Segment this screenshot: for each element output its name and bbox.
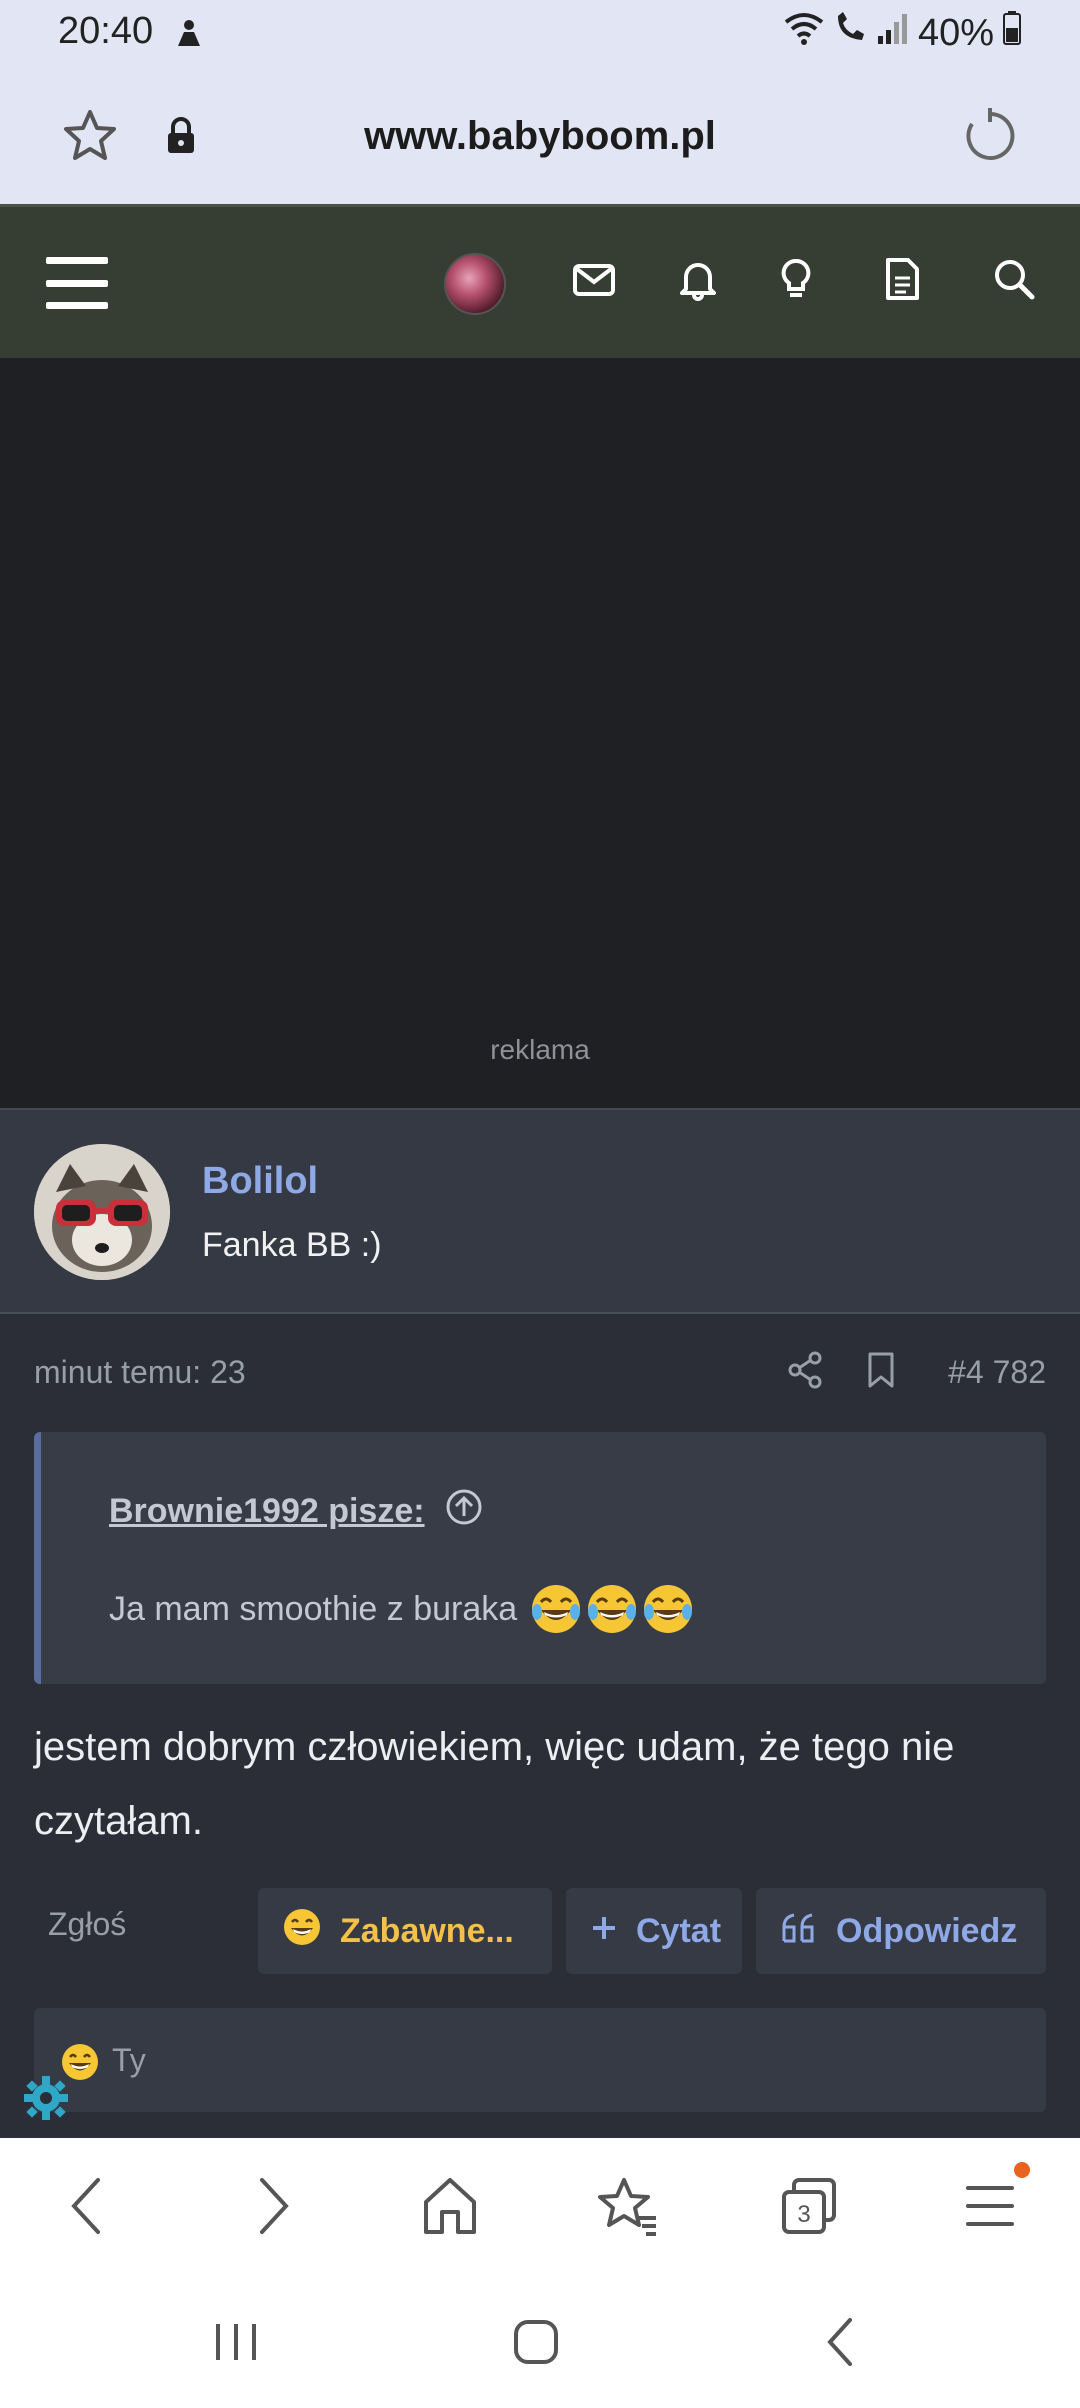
site-header — [0, 204, 1080, 358]
mail-icon[interactable] — [572, 257, 616, 306]
status-time: 20:40 — [58, 10, 154, 52]
quote-author[interactable]: Brownie1992 pisze: — [109, 1488, 483, 1535]
bookmarks-icon[interactable] — [596, 2174, 660, 2243]
menu-icon[interactable] — [46, 257, 108, 309]
wifi-icon — [782, 10, 826, 56]
ad-label: reklama — [490, 1034, 590, 1065]
notification-icon — [172, 16, 206, 55]
system-back-icon[interactable] — [816, 2316, 868, 2373]
tabs-count: 3 — [797, 2201, 810, 2228]
quote-text-label: Ja mam smoothie z buraka — [109, 1589, 518, 1628]
call-icon — [832, 10, 870, 56]
forward-icon[interactable] — [248, 2174, 298, 2243]
menu-lines-icon[interactable] — [964, 2174, 1016, 2243]
reply-button-label: Odpowiedz — [836, 1911, 1018, 1950]
quote-block: Brownie1992 pisze: Ja mam smoothie z bur… — [34, 1432, 1046, 1684]
post-author: Bolilol Fanka BB :) — [0, 1108, 1080, 1314]
battery-percent: 40% — [917, 11, 994, 54]
home-button-icon[interactable] — [510, 2316, 562, 2373]
reload-icon[interactable] — [960, 106, 1020, 171]
arrow-up-circle-icon[interactable] — [445, 1488, 483, 1535]
post-time[interactable]: minut temu: 23 — [34, 1354, 246, 1391]
author-title: Fanka BB :) — [202, 1226, 382, 1264]
grin-emoji-icon — [282, 1907, 322, 1956]
status-bar: 20:40 40% — [0, 0, 1080, 68]
url-bar: www.babyboom.pl — [0, 68, 1080, 204]
reactions-text: Ty — [112, 2042, 146, 2078]
tabs-icon[interactable]: 3 — [780, 2174, 840, 2243]
user-avatar[interactable] — [444, 253, 506, 315]
quote-text: Ja mam smoothie z buraka — [109, 1582, 695, 1636]
bookmark-icon[interactable] — [864, 1350, 898, 1395]
lightbulb-icon[interactable] — [774, 257, 818, 306]
bell-icon[interactable] — [676, 257, 720, 306]
share-icon[interactable] — [786, 1350, 824, 1395]
plus-icon — [590, 1912, 618, 1951]
url-text[interactable]: www.babyboom.pl — [0, 114, 1080, 159]
system-nav — [0, 2278, 1080, 2408]
search-icon[interactable] — [992, 257, 1036, 306]
document-icon[interactable] — [880, 257, 924, 306]
quote-author-label: Brownie1992 pisze: — [109, 1492, 425, 1530]
post-number[interactable]: #4 782 — [948, 1354, 1046, 1391]
post-body: jestem dobrym człowiekiem, więc udam, że… — [34, 1725, 955, 1843]
report-link[interactable]: Zgłoś — [48, 1906, 126, 1943]
author-avatar[interactable] — [34, 1144, 170, 1280]
quote-button[interactable]: Cytat — [566, 1888, 742, 1974]
reactions-bar[interactable]: Ty — [34, 2008, 1046, 2112]
reply-button[interactable]: Odpowiedz — [756, 1888, 1046, 1974]
recent-apps-icon[interactable] — [210, 2316, 262, 2373]
funny-reaction-button[interactable]: Zabawne... — [258, 1888, 552, 1974]
home-icon[interactable] — [420, 2174, 480, 2243]
funny-reaction-label: Zabawne... — [340, 1911, 514, 1950]
signal-icon — [876, 10, 910, 56]
quote-marks-icon — [780, 1911, 818, 1952]
quote-button-label: Cytat — [636, 1911, 722, 1950]
laughing-tears-emoji-icon — [529, 1582, 695, 1636]
browser-toolbar: 3 — [0, 2138, 1080, 2278]
gear-icon[interactable] — [22, 2074, 70, 2127]
author-name[interactable]: Bolilol — [202, 1160, 318, 1203]
back-icon[interactable] — [62, 2174, 112, 2243]
battery-icon — [1002, 10, 1022, 56]
ad-area: reklama — [0, 358, 1080, 1108]
notification-dot — [1014, 2162, 1030, 2178]
